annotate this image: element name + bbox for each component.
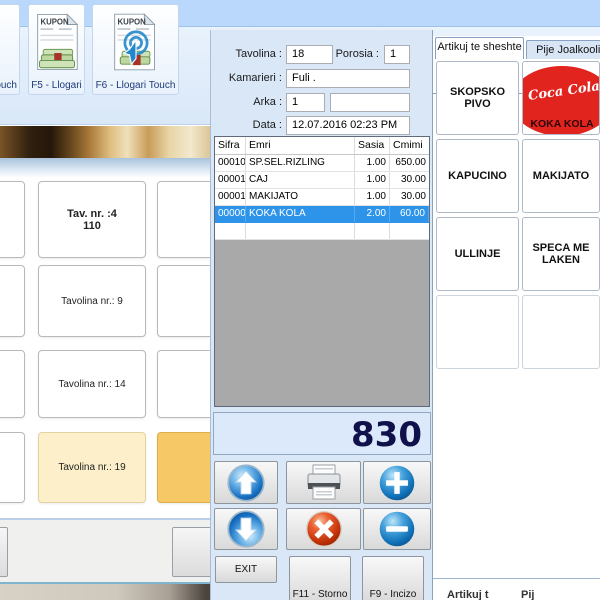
arrow-up-icon [225, 463, 267, 503]
exit-button[interactable]: EXIT [215, 556, 277, 583]
table-row-empty[interactable] [215, 223, 429, 240]
porosia-label: Porosia : [313, 48, 379, 60]
add-item-button[interactable] [363, 461, 431, 504]
kamarieri-label: Kamarieri : [214, 72, 282, 84]
arka-label: Arka : [216, 96, 282, 108]
pos-window: Touch KUPON F5 - Llogari [0, 0, 600, 600]
delete-item-button[interactable] [286, 508, 361, 550]
product-button-skopsko-pivo[interactable]: SKOPSKO PIVO [436, 61, 519, 135]
svg-text:KUPON: KUPON [40, 18, 69, 27]
title-bar [0, 0, 600, 27]
kupon-receipt-touch-icon: KUPON [93, 5, 178, 79]
product-button-kapucino[interactable]: KAPUCINO [436, 139, 519, 213]
order-items-table: Sifra Emri Sasia Cmimi 000102 SP.SEL.RIZ… [214, 136, 430, 407]
left-bar-button-partial[interactable] [0, 527, 8, 577]
minus-icon [376, 509, 418, 549]
table-button-4[interactable]: Tav. nr. :4 110 [38, 181, 146, 258]
total-display: 830 [213, 412, 431, 455]
banner-shadow-strip [0, 158, 212, 178]
toolbar-button-touch-partial[interactable]: Touch [0, 4, 20, 95]
cancel-x-icon [303, 509, 345, 549]
table-button-partial[interactable] [0, 181, 25, 258]
tavolina-label: Tavolina : [216, 48, 282, 60]
table-button-partial[interactable] [0, 265, 25, 337]
data-field[interactable]: 12.07.2016 02:23 PM [286, 116, 410, 135]
toolbar-button-label: F5 - Llogari [29, 79, 84, 94]
bottom-photo-strip [0, 584, 212, 600]
table-row[interactable]: 000102 SP.SEL.RIZLING 1.00 650.00 [215, 155, 429, 172]
table-button-partial[interactable] [0, 432, 25, 503]
print-button[interactable] [286, 461, 361, 504]
move-down-button[interactable] [214, 508, 278, 550]
product-button-makijato[interactable]: MAKIJATO [522, 139, 600, 213]
tab-pije-joalkoolike[interactable]: Pije Joalkoolike [526, 40, 600, 59]
printer-icon [303, 463, 345, 503]
table-button-14[interactable]: Tavolina nr.: 14 [38, 350, 146, 418]
arrow-down-icon [225, 509, 267, 549]
table-button-9[interactable]: Tavolina nr.: 9 [38, 265, 146, 337]
products-panel: Artikuj te sheshte Pije Joalkoolike SKOP… [433, 36, 600, 600]
col-header-sifra[interactable]: Sifra [215, 137, 246, 154]
tab-artikuj-te-sheshte[interactable]: Artikuj te sheshte [435, 37, 524, 59]
product-button-speca-me-laken[interactable]: SPECA ME LAKEN [522, 217, 600, 291]
toolbar-button-f5-llogari[interactable]: KUPON F5 - Llogari [28, 4, 85, 95]
data-label: Data : [216, 119, 282, 131]
svg-text:KUPON: KUPON [117, 17, 146, 26]
wood-banner-image [0, 126, 212, 158]
table-row[interactable]: 000011 CAJ 1.00 30.00 [215, 172, 429, 189]
product-button-empty[interactable] [522, 295, 600, 369]
bottom-tab-fragment-artikuj[interactable]: Artikuj t [447, 589, 509, 600]
col-header-sasia[interactable]: Sasia [355, 137, 390, 154]
product-button-ullinje[interactable]: ULLINJE [436, 217, 519, 291]
table-row-selected[interactable]: 000001 KOKA KOLA 2.00 60.00 [215, 206, 429, 223]
table-row[interactable]: 000010 MAKIJATO 1.00 30.00 [215, 189, 429, 206]
table-button-partial[interactable] [0, 350, 25, 418]
plus-icon [376, 463, 418, 503]
kupon-receipt-money-icon: KUPON [29, 5, 84, 79]
toolbar-button-label: F6 - Llogari Touch [93, 79, 178, 94]
remove-item-button[interactable] [363, 508, 431, 550]
arka-field[interactable]: 1 [286, 93, 325, 112]
order-panel: Tavolina : 18 Porosia : 1 Kamarieri : Fu… [210, 30, 433, 600]
kamarieri-field[interactable]: Fuli . [286, 69, 410, 88]
toolbar-button-f6-llogari-touch[interactable]: KUPON F6 - Llogari Touch [92, 4, 179, 95]
product-button-koka-kola[interactable]: Coca Cola KOKA KOLA [522, 61, 600, 135]
col-header-emri[interactable]: Emri [246, 137, 355, 154]
panel-divider [433, 578, 600, 579]
porosia-field[interactable]: 1 [384, 45, 410, 64]
bottom-tab-fragment-pije[interactable]: Pij [521, 589, 551, 600]
move-up-button[interactable] [214, 461, 278, 504]
storno-button[interactable]: F11 - Storno [289, 556, 351, 600]
table-header-row: Sifra Emri Sasia Cmimi [215, 137, 429, 155]
col-header-cmimi[interactable]: Cmimi [390, 137, 429, 154]
table-button-19[interactable]: Tavolina nr.: 19 [38, 432, 146, 503]
toolbar-button-label: Touch [0, 79, 19, 94]
kupon-receipt-icon [0, 5, 19, 79]
product-button-empty[interactable] [436, 295, 519, 369]
incizo-button[interactable]: F9 - Incizo [362, 556, 424, 600]
arka-secondary-field[interactable] [330, 93, 410, 112]
